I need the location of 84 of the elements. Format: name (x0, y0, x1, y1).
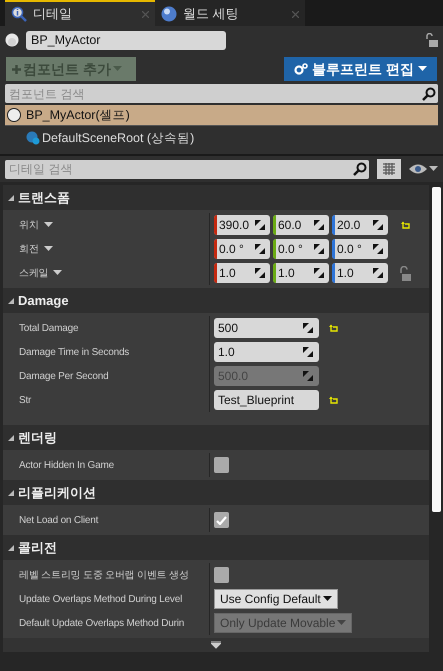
number-field[interactable]: 0.0 ° (273, 239, 329, 259)
property-label: Damage Per Second (19, 370, 108, 384)
category-header[interactable]: 트랜스폼 (3, 185, 429, 210)
caret-icon (322, 596, 332, 602)
property-label: 위치 (19, 218, 39, 232)
number-field[interactable]: 1.0 (332, 263, 388, 283)
category-header[interactable]: 콜리전 (3, 535, 429, 560)
caret-icon (337, 620, 346, 626)
tab[interactable]: 디테일 (5, 0, 155, 26)
caret-icon (44, 246, 53, 252)
property-label: Net Load on Client (19, 514, 98, 528)
gears-icon (294, 63, 308, 75)
caret-icon (53, 270, 62, 276)
checkmark-icon (216, 516, 227, 524)
number-field[interactable]: 1.0 (214, 342, 319, 362)
reset-arrow-icon[interactable] (329, 324, 338, 332)
expand-triangle-icon (8, 434, 14, 440)
component-tree-item[interactable]: BP_MyActor(셀프) (5, 105, 438, 126)
number-field[interactable]: 500 (214, 318, 319, 338)
drag-handle-icon[interactable] (373, 268, 383, 278)
info-magnifier-icon (11, 6, 27, 22)
caret-icon (429, 166, 438, 172)
number-field[interactable]: 20.0 (332, 215, 388, 235)
drag-handle-icon[interactable] (314, 268, 324, 278)
property-label: Total Damage (19, 322, 78, 336)
drag-handle-icon[interactable] (373, 244, 383, 254)
unlocked-padlock-icon[interactable] (425, 33, 438, 47)
eye-icon (409, 163, 427, 175)
search-icon[interactable] (353, 162, 367, 176)
sphere-icon (7, 108, 21, 122)
plus-icon (12, 64, 21, 74)
drag-handle-icon[interactable] (303, 347, 313, 357)
property-label: Default Update Overlaps Method Durin (19, 616, 184, 630)
property-label: Damage Time in Seconds (19, 346, 130, 360)
tab-label: 디테일 (33, 5, 73, 24)
globe-icon (161, 6, 177, 22)
checkbox[interactable] (214, 457, 229, 473)
component-tree-item[interactable]: DefaultSceneRoot (상속됨) (5, 126, 438, 150)
caret-icon (112, 66, 122, 72)
drag-handle-icon[interactable] (255, 220, 265, 230)
property-label: 스케일 (19, 266, 48, 280)
drag-handle-icon[interactable] (314, 220, 324, 230)
property-label: Actor Hidden In Game (19, 458, 114, 472)
expand-triangle-icon (8, 544, 14, 550)
category-header[interactable]: Damage (3, 288, 429, 313)
unlocked-padlock-icon[interactable] (399, 266, 411, 280)
tab-label: 월드 세팅 (183, 5, 240, 24)
drag-handle-icon[interactable] (314, 244, 324, 254)
checkbox[interactable] (214, 512, 229, 528)
expand-triangle-icon (8, 490, 14, 496)
reset-arrow-icon[interactable] (329, 396, 338, 404)
number-field[interactable]: 0.0 ° (214, 239, 270, 259)
expand-triangle-icon (8, 194, 14, 200)
number-field[interactable]: 0.0 ° (332, 239, 388, 259)
drag-handle-icon[interactable] (255, 268, 265, 278)
actor-name-field[interactable]: BP_MyActor (26, 30, 226, 50)
grid-view-button[interactable] (377, 159, 401, 179)
drag-handle-icon[interactable] (373, 220, 383, 230)
checkbox[interactable] (214, 567, 229, 583)
dropdown[interactable]: Use Config Default (214, 589, 338, 609)
expand-triangle-icon (8, 298, 14, 304)
number-field[interactable]: 1.0 (214, 263, 270, 283)
number-field[interactable]: 1.0 (273, 263, 329, 283)
edit-blueprint-button[interactable]: 블루프린트 편집 (284, 57, 437, 81)
visibility-button[interactable] (409, 163, 438, 175)
grid-icon (383, 163, 395, 175)
category-header[interactable]: 리플리케이션 (3, 480, 429, 505)
property-label: 레벨 스트리밍 도중 오버랩 이벤트 생성 (19, 568, 189, 582)
property-label: Update Overlaps Method During Level (19, 592, 182, 606)
property-label: Str (19, 394, 32, 408)
caret-icon (44, 222, 53, 228)
number-field[interactable]: 390.0 (214, 215, 270, 235)
number-field[interactable]: 60.0 (273, 215, 329, 235)
property-label: 회전 (19, 242, 39, 256)
sphere-icon (5, 33, 19, 47)
drag-handle-icon[interactable] (303, 323, 313, 333)
search-icon[interactable] (422, 86, 436, 100)
drag-handle-icon[interactable] (255, 244, 265, 254)
reset-arrow-icon[interactable] (400, 220, 410, 230)
caret-icon (418, 66, 427, 72)
text-field[interactable]: Test_Blueprint (214, 390, 319, 410)
scene-root-icon (26, 131, 40, 145)
category-header[interactable]: 렌더링 (3, 425, 429, 450)
tab[interactable]: 월드 세팅 (155, 0, 305, 26)
